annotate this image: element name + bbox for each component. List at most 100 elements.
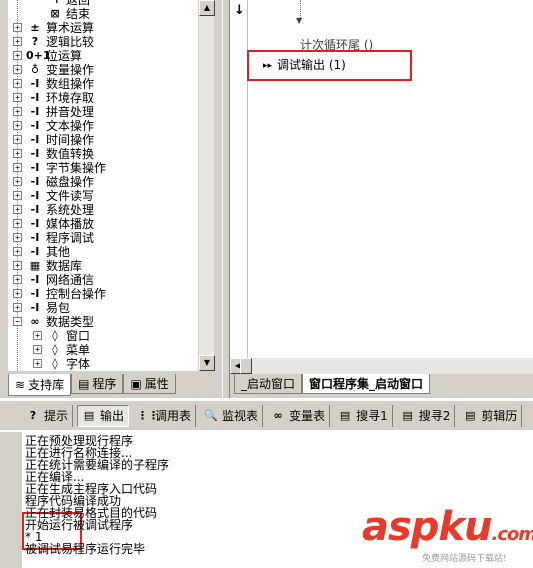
expand-icon[interactable]: +: [13, 163, 22, 172]
expand-icon[interactable]: +: [13, 275, 22, 284]
bottom-tab-label: 输出: [100, 409, 125, 423]
left-tab-label: 程序: [92, 377, 117, 391]
tree-item[interactable]: +? 逻辑比较: [8, 35, 198, 49]
scroll-thumb[interactable]: [240, 358, 252, 374]
left-tab[interactable]: ▣ 属性: [123, 374, 176, 394]
bit-icon: 0+1: [26, 49, 51, 62]
watermark-brand: aspku.com: [362, 504, 533, 550]
function-icon: -I: [30, 273, 40, 286]
editor-gutter: [230, 0, 248, 358]
tree-item-label: 窗口: [66, 329, 91, 343]
editor-horizontal-scrollbar[interactable]: ◀: [230, 358, 533, 374]
expand-icon[interactable]: +: [13, 51, 22, 60]
tree-vertical-scrollbar[interactable]: ▲ ▼: [198, 0, 215, 371]
expand-icon[interactable]: +: [13, 37, 22, 46]
tree-item-label: 其他: [46, 245, 71, 259]
expand-icon[interactable]: +: [33, 359, 42, 368]
tree-item[interactable]: + ◊ 窗口: [8, 329, 198, 343]
expand-icon[interactable]: +: [13, 261, 22, 270]
tree-item-label: 环境存取: [46, 91, 95, 105]
expand-icon[interactable]: +: [13, 303, 22, 312]
expand-icon[interactable]: +: [13, 149, 22, 158]
scroll-up-icon[interactable]: ▲: [199, 0, 215, 16]
expand-icon[interactable]: +: [13, 135, 22, 144]
function-icon: -I: [30, 301, 40, 314]
expand-icon[interactable]: +: [13, 23, 22, 32]
expand-icon[interactable]: +: [13, 205, 22, 214]
expand-icon[interactable]: +: [33, 345, 42, 354]
bottom-tab[interactable]: ▤ 输出: [77, 404, 130, 427]
tree-item[interactable]: + -I 数值转换: [8, 147, 198, 161]
code-tab[interactable]: _启动窗口: [234, 374, 303, 394]
code-editor[interactable]: ↓ ▼ 计次循环尾 () ▸▸ 调试输出 (1) ◀: [230, 0, 533, 374]
tree-item[interactable]: + -I 媒体播放: [8, 217, 198, 231]
expand-icon[interactable]: +: [33, 331, 42, 340]
bottom-tab[interactable]: ∞ 变量表: [267, 404, 331, 427]
tree-item[interactable]: + ± 算术运算: [8, 21, 198, 35]
library-tree[interactable]: ↰返回⊠结束+±算术运算+?逻辑比较+0+1位运算+♁变量操作+-I数组操作+-…: [8, 0, 213, 371]
tree-item[interactable]: + -I 时间操作: [8, 133, 198, 147]
code-tabs: _启动窗口 窗口程序集_启动窗口: [230, 374, 533, 398]
tree-item[interactable]: + ♁ 变量操作: [8, 63, 198, 77]
tree-item-label: 数据类型: [46, 315, 95, 329]
tree-item[interactable]: + -I 易包: [8, 301, 198, 315]
tree-item[interactable]: + -I 控制台操作: [8, 287, 198, 301]
tree-item[interactable]: + -I 程序调试: [8, 231, 198, 245]
component-icon: ◊: [52, 329, 58, 342]
expand-icon[interactable]: +: [13, 177, 22, 186]
panel-splitter[interactable]: [222, 0, 230, 398]
collapse-icon[interactable]: −: [13, 317, 22, 326]
tree-item[interactable]: ⊠ 结束: [8, 7, 198, 21]
tree-item[interactable]: + -I 系统处理: [8, 203, 198, 217]
expand-icon[interactable]: +: [13, 121, 22, 130]
component-icon: ◊: [52, 357, 58, 370]
bottom-tab-label: 搜寻1: [356, 409, 388, 423]
bottom-tab[interactable]: ▤ 剪辑历: [459, 404, 523, 427]
tree-item[interactable]: + -I 其他: [8, 245, 198, 259]
expand-icon[interactable]: +: [13, 65, 22, 74]
expand-icon[interactable]: +: [13, 191, 22, 200]
left-tab[interactable]: ≋ 支持库: [8, 374, 72, 396]
tree-item[interactable]: + -I 环境存取: [8, 91, 198, 105]
bottom-tab-label: 调用表: [155, 409, 192, 423]
tree-item[interactable]: + -I 磁盘操作: [8, 175, 198, 189]
tree-item[interactable]: + ◊ 字体: [8, 357, 198, 371]
expand-icon[interactable]: +: [13, 79, 22, 88]
tree-item[interactable]: + -I 文件读写: [8, 189, 198, 203]
expand-icon[interactable]: +: [13, 233, 22, 242]
tree-item[interactable]: + -I 网络通信: [8, 273, 198, 287]
expand-icon[interactable]: +: [13, 289, 22, 298]
bottom-tab[interactable]: ▤ 搜寻2: [397, 404, 456, 427]
question-icon: ?: [31, 35, 39, 48]
bottom-tab[interactable]: ▤ 搜寻1: [334, 404, 393, 427]
expand-icon[interactable]: +: [13, 219, 22, 228]
function-icon: -I: [30, 77, 40, 90]
expand-icon[interactable]: +: [13, 93, 22, 102]
code-tab[interactable]: 窗口程序集_启动窗口: [302, 374, 431, 394]
bottom-tab[interactable]: ⋮⋮ 调用表: [133, 404, 197, 427]
tree-item[interactable]: +0+1 位运算: [8, 49, 198, 63]
expand-icon[interactable]: +: [13, 107, 22, 116]
bottom-tab[interactable]: 🔍 监视表: [200, 404, 264, 427]
tree-item[interactable]: + -I 文本操作: [8, 119, 198, 133]
tree-item[interactable]: − ∞ 数据类型: [8, 315, 198, 329]
tree-item[interactable]: + -I 拼音处理: [8, 105, 198, 119]
expand-icon[interactable]: +: [13, 247, 22, 256]
function-icon: -I: [30, 119, 40, 132]
bottom-tab[interactable]: ? 提示: [22, 404, 74, 427]
tree-item[interactable]: + ◊ 菜单: [8, 343, 198, 357]
program-icon: ▤: [78, 376, 90, 391]
bottom-tab-label: 提示: [44, 409, 69, 423]
tree-item-label: 结束: [66, 7, 91, 21]
left-tab[interactable]: ▤ 程序: [71, 374, 124, 394]
tree-item-label: 磁盘操作: [46, 175, 95, 189]
clipboard-icon: ▤: [465, 409, 476, 422]
variable-icon: ♁: [30, 63, 40, 76]
tree-item[interactable]: + ▦ 数据库: [8, 259, 198, 273]
tree-item[interactable]: + -I 数组操作: [8, 77, 198, 91]
tree-item[interactable]: + -I 字节集操作: [8, 161, 198, 175]
function-icon: -I: [30, 175, 40, 188]
tree-item-label: 返回: [66, 0, 91, 7]
scroll-down-icon[interactable]: ▼: [199, 355, 215, 371]
tree-item[interactable]: ↰返回: [8, 0, 198, 7]
